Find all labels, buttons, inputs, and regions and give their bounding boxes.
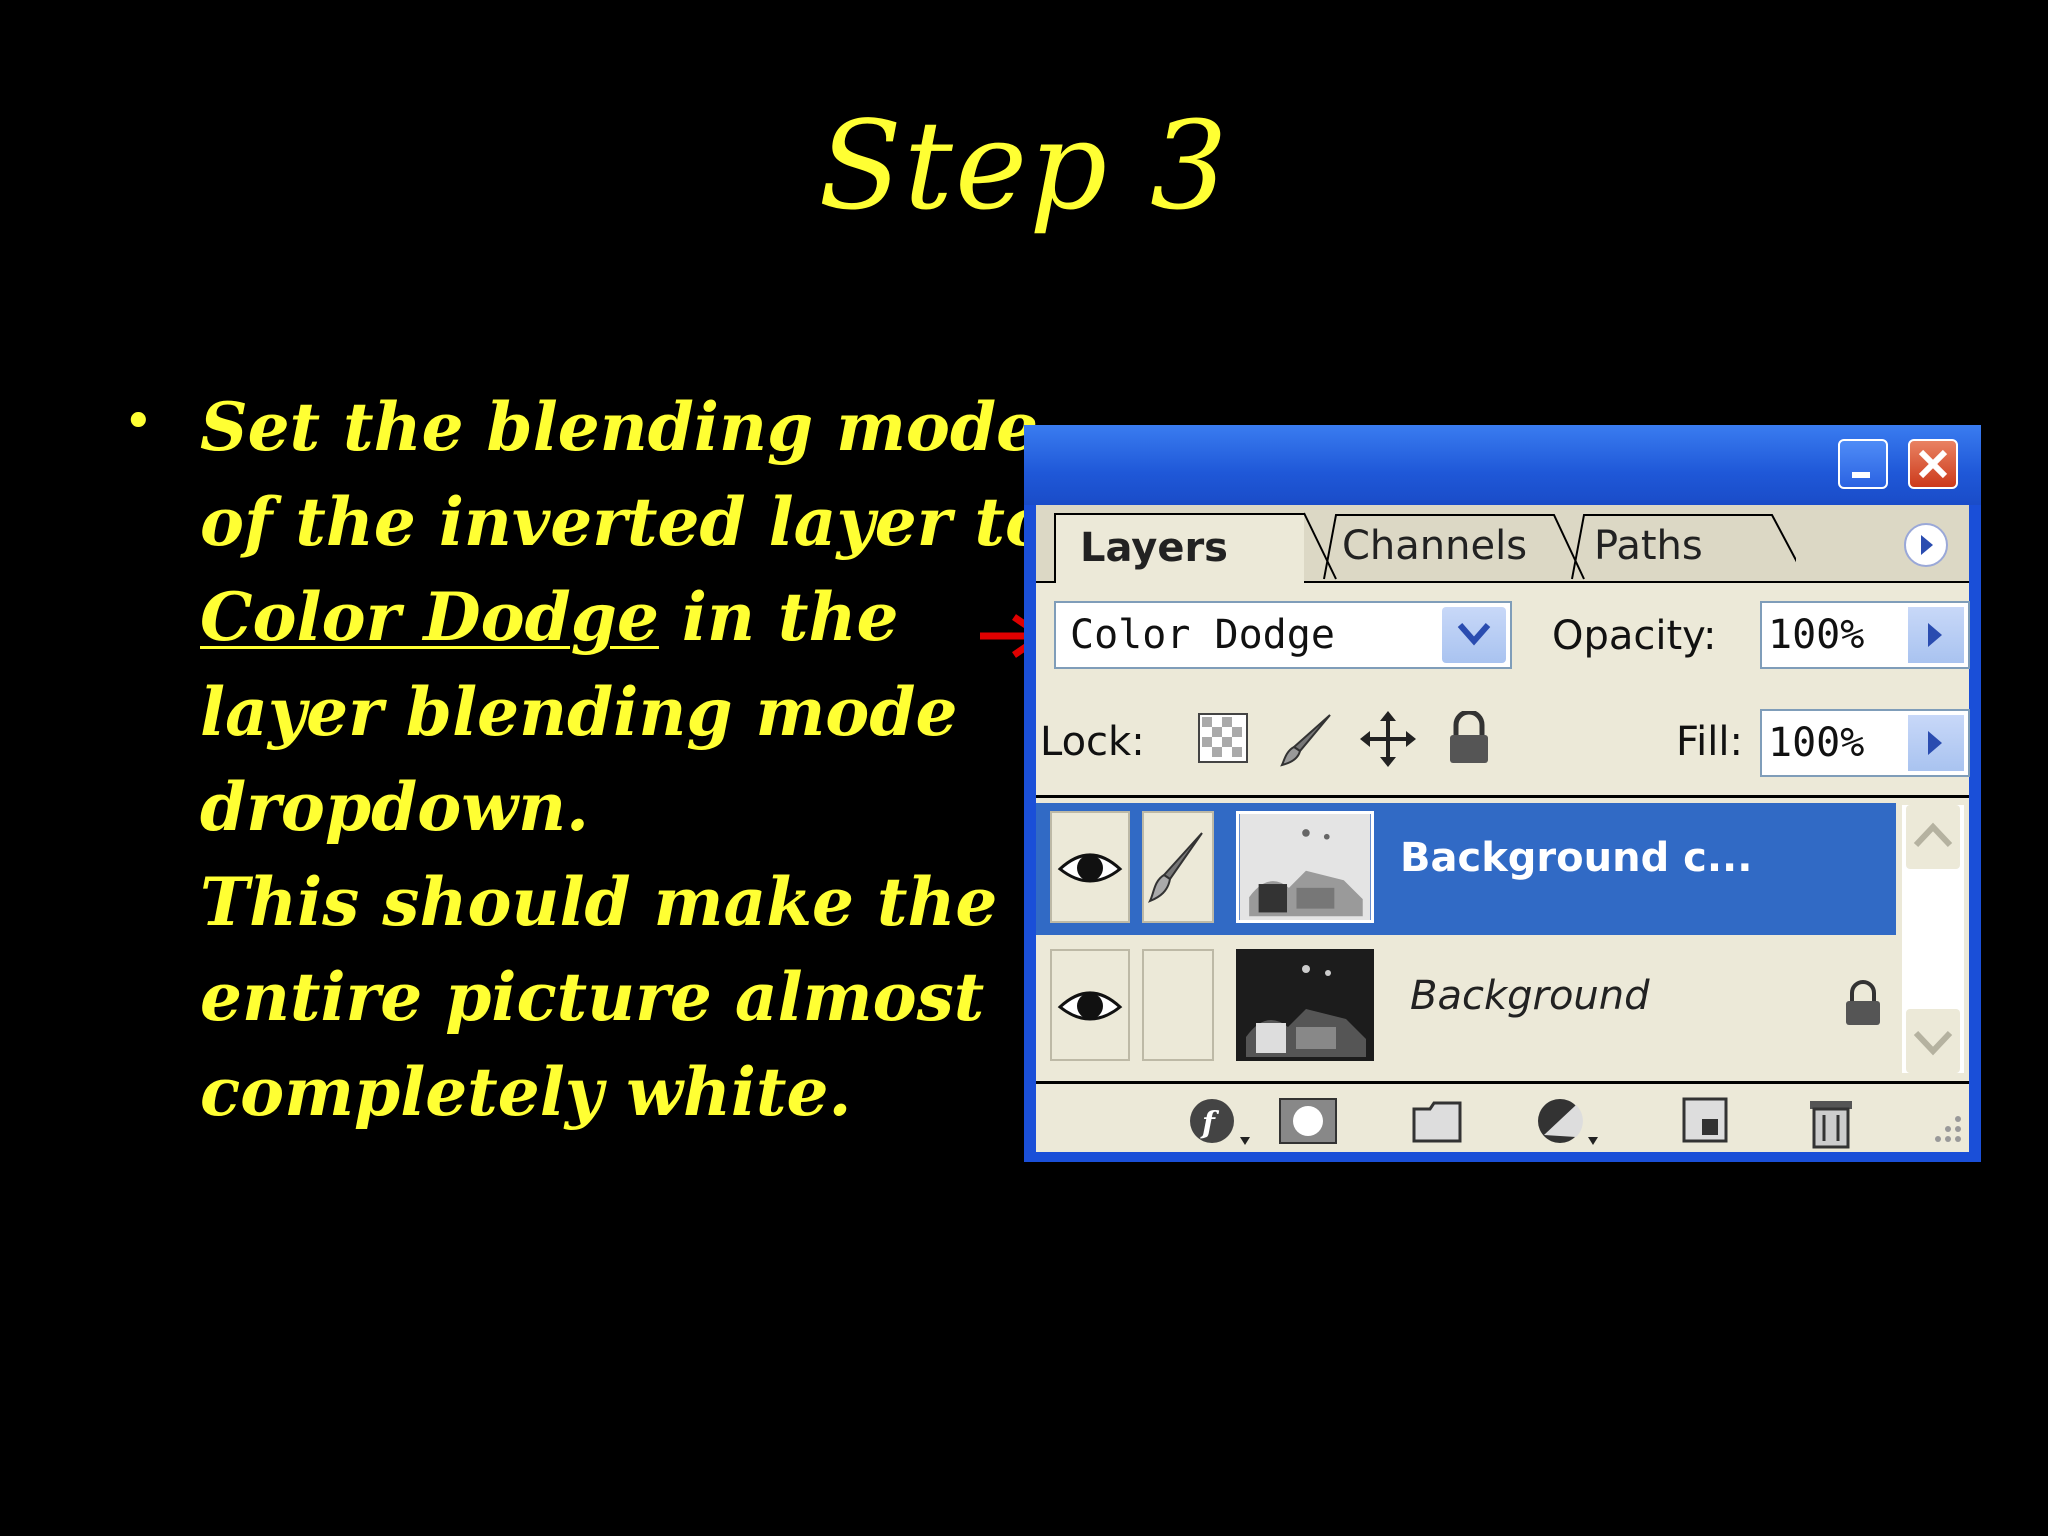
lock-label: Lock: (1040, 719, 1145, 765)
text-line: This should make the (200, 863, 998, 941)
palette-bottom-bar: f (1036, 1085, 1969, 1152)
transparency-lock-icon[interactable] (1198, 713, 1248, 763)
move-lock-icon[interactable] (1360, 711, 1416, 767)
chevron-down-icon[interactable] (1442, 607, 1506, 663)
link-cell-empty[interactable] (1142, 949, 1214, 1061)
bullet-text: Set the blending mode of the inverted la… (200, 380, 1050, 1140)
fill-value: 100% (1768, 720, 1865, 766)
tab-paths[interactable]: Paths (1572, 513, 1772, 579)
layer-row-background[interactable]: Background (1036, 941, 1896, 1073)
blend-mode-value: Color Dodge (1070, 612, 1335, 658)
bullet-dot: • (123, 392, 154, 452)
text-line: Set the blending mode (200, 388, 1039, 466)
new-layer-icon[interactable] (1680, 1095, 1730, 1147)
brush-lock-icon[interactable] (1280, 711, 1336, 767)
layer-mask-icon[interactable] (1276, 1095, 1340, 1147)
tab-strip: Layers Channels Paths (1036, 505, 1969, 583)
fill-field[interactable]: 100% (1760, 709, 1970, 777)
layer-name: Background (1410, 973, 1650, 1019)
close-button[interactable] (1908, 439, 1958, 489)
close-icon (1918, 449, 1948, 479)
layers-palette: Layers Channels Paths Color Dodge Opacit… (1024, 425, 1981, 1162)
layer-row-background-copy[interactable]: Background c... (1036, 803, 1896, 935)
chevron-up-icon (1913, 822, 1953, 848)
divider (1036, 795, 1969, 798)
trash-icon[interactable] (1806, 1095, 1856, 1149)
tab-channels[interactable]: Channels (1324, 513, 1554, 579)
opacity-label: Opacity: (1552, 613, 1717, 659)
fill-label: Fill: (1676, 719, 1743, 765)
layers-scrollbar[interactable] (1902, 805, 1964, 1073)
eye-icon (1057, 991, 1123, 1021)
scroll-up-button[interactable] (1906, 805, 1960, 869)
tab-layers[interactable]: Layers (1054, 513, 1304, 583)
text-line: dropdown. (200, 768, 590, 846)
layer-thumbnail-original (1236, 949, 1374, 1061)
color-dodge-highlight: Color Dodge (200, 578, 659, 656)
eye-icon (1057, 853, 1123, 883)
text-line: of the inverted layer to (200, 483, 1050, 561)
text-line: layer blending mode (200, 673, 958, 751)
new-group-icon[interactable] (1410, 1095, 1466, 1147)
blend-mode-dropdown[interactable]: Color Dodge (1054, 601, 1512, 669)
link-brush-cell[interactable] (1142, 811, 1214, 923)
fill-slider-arrow-icon[interactable] (1908, 715, 1964, 771)
text-line: Color Dodge in the (200, 570, 1000, 665)
divider (1036, 1081, 1969, 1084)
brush-icon (1147, 832, 1203, 903)
slide-title: Step 3 (818, 95, 1230, 237)
layer-thumbnail-inverted (1236, 811, 1374, 923)
text-line: completely white. (200, 1053, 852, 1131)
minimize-button[interactable] (1838, 439, 1888, 489)
adjustment-layer-icon[interactable] (1536, 1095, 1600, 1147)
scroll-down-button[interactable] (1906, 1009, 1960, 1073)
opacity-slider-arrow-icon[interactable] (1908, 607, 1964, 663)
padlock-icon[interactable] (1446, 711, 1492, 767)
text-fragment: in the (658, 578, 899, 656)
layer-style-icon[interactable]: f (1188, 1095, 1252, 1147)
visibility-toggle[interactable] (1050, 811, 1130, 923)
chevron-down-icon (1913, 1030, 1953, 1056)
palette-menu-button[interactable] (1904, 523, 1948, 567)
palette-titlebar[interactable] (1024, 425, 1981, 505)
layer-lock-icon (1846, 980, 1880, 1025)
palette-body: Layers Channels Paths Color Dodge Opacit… (1036, 505, 1970, 1152)
layer-name: Background c... (1400, 835, 1753, 881)
opacity-field[interactable]: 100% (1760, 601, 1970, 669)
text-line: entire picture almost (200, 958, 985, 1036)
opacity-value: 100% (1768, 612, 1865, 658)
resize-grip-icon[interactable] (1920, 1105, 1964, 1145)
visibility-toggle[interactable] (1050, 949, 1130, 1061)
